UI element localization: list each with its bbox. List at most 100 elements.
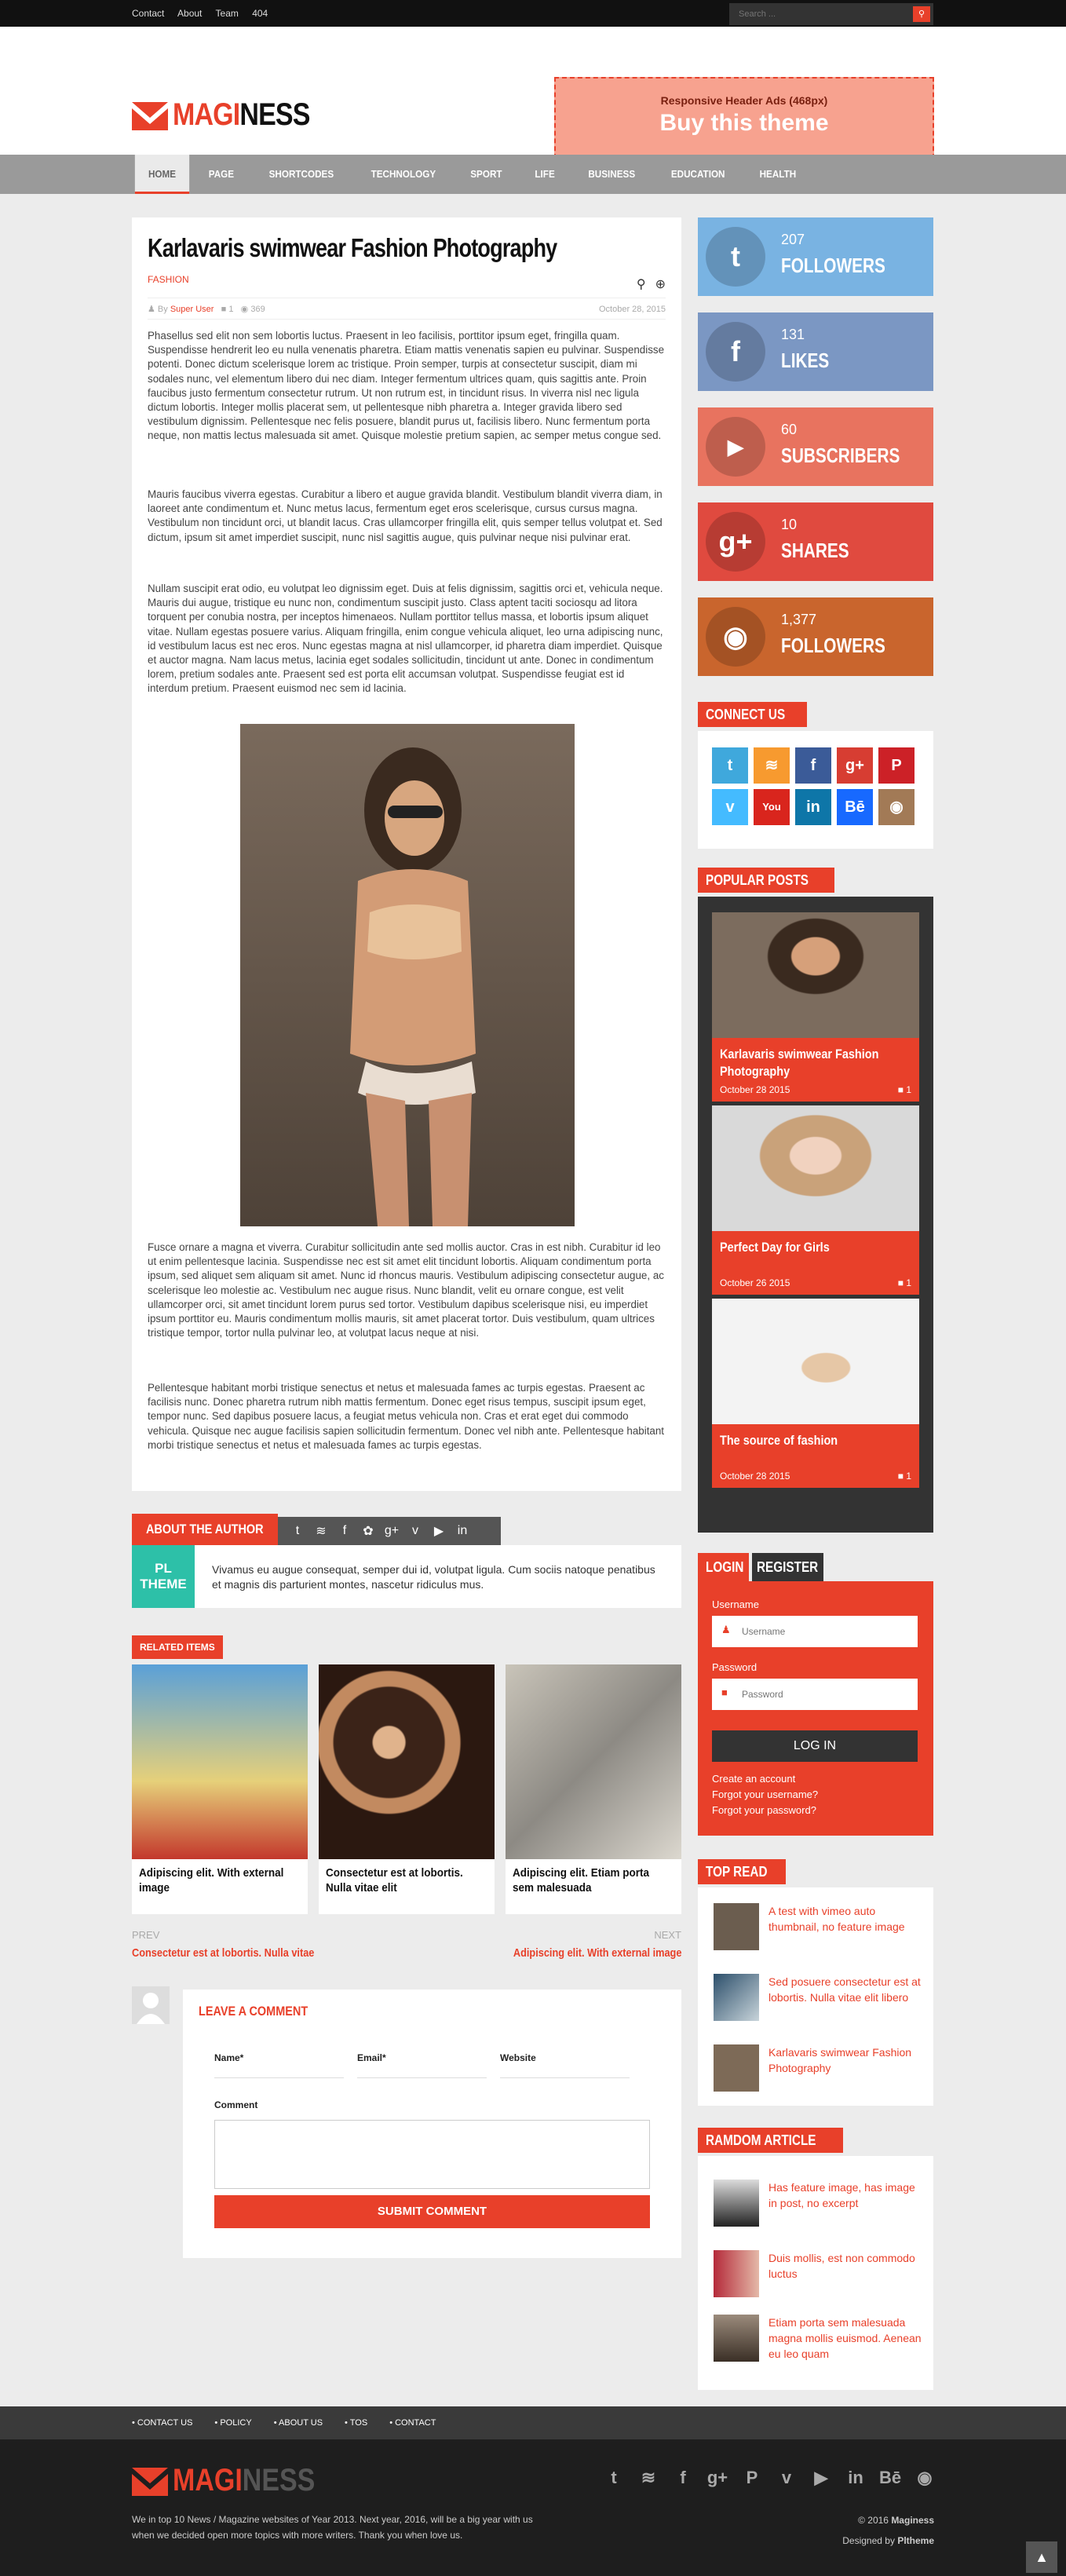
forgot-username-link[interactable]: Forgot your username?: [712, 1789, 818, 1800]
footer-link-contact[interactable]: CONTACT: [389, 2406, 436, 2439]
nav-item-health[interactable]: HEALTH: [747, 155, 810, 194]
article-category[interactable]: FASHION: [148, 274, 189, 285]
youtube-counter[interactable]: ▶ 60 SUBSCRIBERS: [698, 407, 933, 486]
author-bar: ABOUT THE AUTHOR t ≋ f ✿ g+ v ▶ in: [132, 1514, 681, 1545]
related-item[interactable]: Adipiscing elit. With external image: [132, 1664, 308, 1914]
header: MAGINESS Responsive Header Ads (468px) B…: [0, 27, 1066, 159]
website-field[interactable]: [500, 2077, 630, 2078]
footer-link-contact-us[interactable]: CONTACT US: [132, 2406, 193, 2439]
random-item[interactable]: Etiam porta sem malesuada magna mollis e…: [714, 2315, 925, 2365]
instagram-icon[interactable]: ◉: [907, 2468, 942, 2488]
facebook-icon[interactable]: f: [333, 1524, 356, 1538]
login-button[interactable]: LOG IN: [712, 1730, 918, 1762]
create-account-link[interactable]: Create an account: [712, 1773, 795, 1785]
behance-icon[interactable]: Bē: [837, 789, 873, 825]
footer-description: We in top 10 News / Magazine websites of…: [132, 2514, 533, 2541]
top-read-item[interactable]: A test with vimeo auto thumbnail, no fea…: [714, 1903, 925, 1953]
nav-item-life[interactable]: LIFE: [521, 155, 568, 194]
view-count: 369: [250, 305, 265, 314]
twitter-counter[interactable]: t 207 FOLLOWERS: [698, 217, 933, 296]
nav-item-education[interactable]: EDUCATION: [658, 155, 739, 194]
nav-item-shortcodes[interactable]: SHORTCODES: [255, 155, 347, 194]
twitter-icon[interactable]: t: [597, 2468, 631, 2488]
google-plus-counter[interactable]: g+ 10 SHARES: [698, 502, 933, 581]
footer-link-tos[interactable]: TOS: [345, 2406, 367, 2439]
popular-post-comments: ■ 1: [897, 1471, 911, 1482]
next-post-link[interactable]: Adipiscing elit. With external image: [513, 1946, 681, 1960]
random-item[interactable]: Duis mollis, est non commodo luctus: [714, 2250, 925, 2300]
header-ad[interactable]: Responsive Header Ads (468px) Buy this t…: [554, 77, 934, 159]
top-read-item[interactable]: Sed posuere consectetur est at lobortis.…: [714, 1974, 925, 2024]
linkedin-icon[interactable]: in: [795, 789, 831, 825]
name-label: Name*: [214, 2052, 244, 2063]
popular-post[interactable]: Karlavaris swimwear Fashion Photography …: [712, 912, 919, 1102]
instagram-counter[interactable]: ◉ 1,377 FOLLOWERS: [698, 597, 933, 676]
prev-post-link[interactable]: Consectetur est at lobortis. Nulla vitae: [132, 1946, 314, 1960]
random-title: RAMDOM ARTICLE: [698, 2128, 844, 2153]
chevron-up-icon: ▲: [1035, 2549, 1049, 2565]
zoom-in-icon[interactable]: ⊕: [655, 278, 666, 291]
comment-textarea[interactable]: [214, 2120, 650, 2189]
vimeo-icon[interactable]: v: [403, 1524, 427, 1538]
article-paragraph: Mauris faucibus viverra egestas. Curabit…: [148, 488, 663, 543]
youtube-icon[interactable]: You: [754, 789, 790, 825]
facebook-counter[interactable]: f 131 LIKES: [698, 312, 933, 391]
rss-icon[interactable]: ≋: [631, 2468, 666, 2488]
article-author[interactable]: Super User: [170, 305, 214, 314]
random-item[interactable]: Has feature image, has image in post, no…: [714, 2180, 925, 2230]
nav-item-sport[interactable]: SPORT: [457, 155, 516, 194]
popular-post[interactable]: The source of fashion October 28 2015 ■ …: [712, 1299, 919, 1488]
popular-post[interactable]: Perfect Day for Girls October 26 2015 ■ …: [712, 1105, 919, 1295]
behance-icon[interactable]: Bē: [873, 2468, 907, 2488]
nav-item-technology[interactable]: TECHNOLOGY: [357, 155, 449, 194]
facebook-icon[interactable]: f: [795, 747, 831, 784]
google-plus-icon[interactable]: g+: [700, 2468, 735, 2488]
facebook-icon[interactable]: f: [666, 2468, 700, 2488]
pinterest-icon[interactable]: P: [735, 2468, 769, 2488]
back-to-top-button[interactable]: ▲: [1026, 2541, 1057, 2573]
vimeo-icon[interactable]: v: [769, 2468, 804, 2488]
related-item[interactable]: Consectetur est at lobortis. Nulla vitae…: [319, 1664, 495, 1914]
search-input[interactable]: [729, 3, 910, 25]
article-paragraph: Phasellus sed elit non sem lobortis luct…: [148, 330, 665, 442]
password-field[interactable]: [712, 1679, 918, 1710]
top-link-about[interactable]: About: [177, 8, 202, 19]
top-link-contact[interactable]: Contact: [132, 8, 164, 19]
rss-icon[interactable]: ≋: [309, 1523, 333, 1539]
dribbble-icon[interactable]: ✿: [356, 1523, 380, 1539]
comment-icon: ■: [897, 1084, 904, 1095]
footer-link-about-us[interactable]: ABOUT US: [274, 2406, 323, 2439]
related-item[interactable]: Adipiscing elit. Etiam porta sem malesua…: [506, 1664, 681, 1914]
submit-comment-button[interactable]: SUBMIT COMMENT: [214, 2195, 650, 2228]
top-read-item[interactable]: Karlavaris swimwear Fashion Photography: [714, 2044, 925, 2095]
top-link-404[interactable]: 404: [252, 8, 268, 19]
email-field[interactable]: [357, 2077, 487, 2078]
username-field[interactable]: [712, 1616, 918, 1647]
name-field[interactable]: [214, 2077, 344, 2078]
top-link-team[interactable]: Team: [216, 8, 239, 19]
user-icon: ♟: [721, 1624, 731, 1635]
tab-login[interactable]: LOGIN: [698, 1553, 749, 1581]
instagram-icon[interactable]: ◉: [878, 789, 914, 825]
twitter-icon[interactable]: t: [712, 747, 748, 784]
nav-item-page[interactable]: PAGE: [195, 155, 248, 194]
search-icon[interactable]: ⚲: [913, 6, 930, 22]
connect-widget: t ≋ f g+ P v You in Bē ◉: [698, 731, 933, 849]
youtube-icon[interactable]: ▶: [427, 1523, 451, 1539]
youtube-icon[interactable]: ▶: [804, 2468, 838, 2488]
rss-icon[interactable]: ≋: [754, 747, 790, 784]
google-plus-icon[interactable]: g+: [837, 747, 873, 784]
google-plus-icon[interactable]: g+: [380, 1524, 403, 1538]
nav-item-business[interactable]: BUSINESS: [575, 155, 649, 194]
nav-item-home[interactable]: HOME: [134, 155, 190, 194]
linkedin-icon[interactable]: in: [838, 2468, 873, 2488]
pinterest-icon[interactable]: P: [878, 747, 914, 784]
twitter-icon[interactable]: t: [286, 1524, 309, 1538]
zoom-out-icon[interactable]: ⚲: [637, 278, 646, 291]
footer-link-policy[interactable]: POLICY: [214, 2406, 251, 2439]
login-tabs: LOGIN REGISTER: [698, 1553, 933, 1581]
forgot-password-link[interactable]: Forgot your password?: [712, 1804, 816, 1816]
linkedin-icon[interactable]: in: [451, 1524, 474, 1538]
tab-register[interactable]: REGISTER: [752, 1553, 823, 1581]
vimeo-icon[interactable]: v: [712, 789, 748, 825]
